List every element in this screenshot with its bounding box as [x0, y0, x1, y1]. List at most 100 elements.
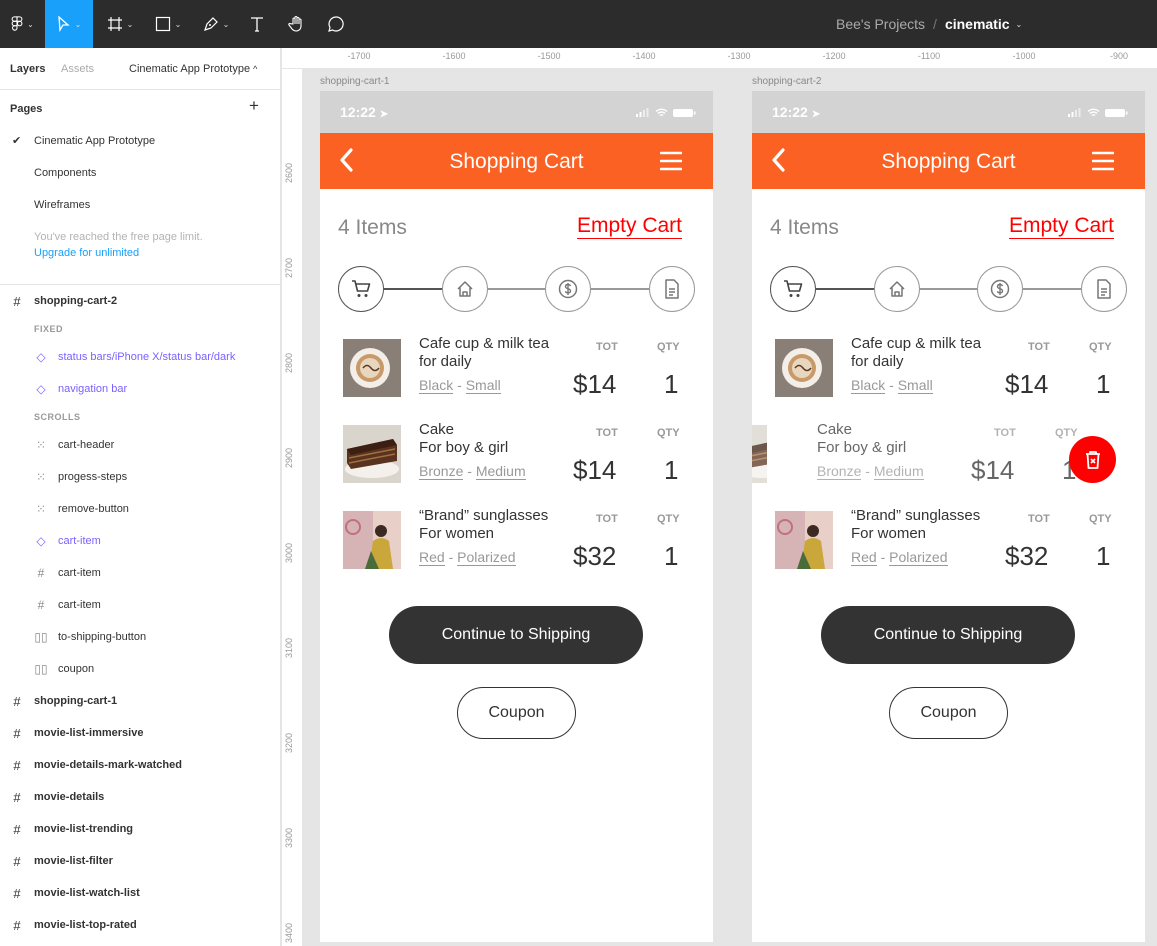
item-qty[interactable]: 1 [664, 369, 678, 400]
step-cart[interactable] [338, 266, 384, 312]
frame-label-shopping-cart-2[interactable]: shopping-cart-2 [752, 76, 821, 87]
layer-cart-header[interactable]: ⁙ cart-header [0, 429, 280, 461]
variant-size[interactable]: Polarized [889, 549, 948, 566]
layer-to-shipping-button[interactable]: ▯▯ to-shipping-button [0, 621, 280, 653]
variant-color[interactable]: Bronze [817, 463, 862, 480]
phone-frame-shopping-cart-1: 12:22 ➤ Shopping Cart 4 Items Empty Cart… [320, 91, 713, 942]
variant-size[interactable]: Medium [873, 463, 924, 480]
layer-remove-button[interactable]: ⁙ remove-button [0, 493, 280, 525]
hand-tool-button[interactable] [284, 0, 310, 48]
ruler-label: -1700 [347, 51, 371, 61]
step-review[interactable] [1081, 266, 1127, 312]
product-name-line2: For boy & girl [817, 439, 907, 456]
shape-tool-button[interactable]: ⌄ [148, 0, 188, 48]
trash-icon [1085, 450, 1100, 469]
variant-color[interactable]: Black [419, 377, 454, 394]
layer-label: cart-item [58, 567, 101, 579]
item-qty[interactable]: 1 [1096, 541, 1110, 572]
scrolls-group-label: SCROLLS [34, 412, 81, 422]
remove-button[interactable] [1069, 436, 1116, 483]
variant-color[interactable]: Black [851, 377, 886, 394]
empty-cart-link[interactable]: Empty Cart [1008, 214, 1114, 239]
variant-color[interactable]: Bronze [419, 463, 464, 480]
product-image [752, 425, 767, 483]
upgrade-link[interactable]: Upgrade for unlimited [34, 247, 139, 259]
empty-cart-link[interactable]: Empty Cart [576, 214, 682, 239]
cart-item[interactable]: Cafe cup & milk tea for daily Black - Smal… [752, 335, 1145, 419]
variant-size[interactable]: Small [465, 377, 501, 394]
comment-tool-button[interactable] [323, 0, 349, 48]
step-payment[interactable] [545, 266, 591, 312]
layer-shopping-cart-2[interactable]: # shopping-cart-2 [0, 285, 280, 317]
current-page-selector[interactable]: Cinematic App Prototype ^ [129, 63, 257, 75]
hamburger-menu-icon[interactable] [1092, 151, 1114, 171]
layer-coupon[interactable]: ▯▯ coupon [0, 653, 280, 685]
tab-layers[interactable]: Layers [10, 63, 45, 75]
variant-color[interactable]: Red [851, 549, 877, 566]
coupon-button[interactable]: Coupon [889, 687, 1008, 739]
frame-icon: # [13, 757, 21, 773]
layer-cart-item-1[interactable]: ◇ cart-item [0, 525, 280, 557]
breadcrumb-separator: / [933, 16, 937, 32]
step-shipping[interactable] [442, 266, 488, 312]
qty-label: QTY [1089, 341, 1112, 353]
tot-label: TOT [596, 513, 618, 525]
layer-shopping-cart-1[interactable]: # shopping-cart-1 [0, 685, 280, 717]
variant-separator: - [457, 377, 462, 393]
tab-assets[interactable]: Assets [61, 63, 94, 75]
layer-movie-list-immersive[interactable]: # movie-list-immersive [0, 717, 280, 749]
item-qty[interactable]: 1 [664, 541, 678, 572]
layer-movie-details[interactable]: # movie-details [0, 781, 280, 813]
layer-cart-item-3[interactable]: # cart-item [0, 589, 280, 621]
item-qty[interactable]: 1 [1096, 369, 1110, 400]
product-name: Cafe cup & milk tea for daily [419, 335, 549, 371]
file-name[interactable]: cinematic [945, 16, 1010, 32]
progress-line-active [384, 288, 444, 290]
layer-status-bar[interactable]: ◇ status bars/iPhone X/status bar/dark [0, 341, 280, 373]
layer-movie-list-top-rated[interactable]: # movie-list-top-rated [0, 909, 280, 941]
step-cart[interactable] [770, 266, 816, 312]
layer-movie-list-watch-list[interactable]: # movie-list-watch-list [0, 877, 280, 909]
text-tool-button[interactable] [244, 0, 270, 48]
page-item-components[interactable]: Components [34, 167, 96, 179]
layer-navigation-bar[interactable]: ◇ navigation bar [0, 373, 280, 405]
pen-tool-button[interactable]: ⌄ [196, 0, 236, 48]
phone-frame-shopping-cart-2: 12:22 ➤ Shopping Cart 4 Items Empty Cart… [752, 91, 1145, 942]
layer-cart-item-2[interactable]: # cart-item [0, 557, 280, 589]
file-breadcrumb[interactable]: Bee's Projects / cinematic ⌄ [836, 0, 1022, 48]
variant-size[interactable]: Polarized [457, 549, 516, 566]
cart-item[interactable]: Cafe cup & milk tea for daily Black - Smal… [320, 335, 713, 419]
project-name[interactable]: Bee's Projects [836, 16, 925, 32]
coupon-button[interactable]: Coupon [457, 687, 576, 739]
variant-size[interactable]: Medium [475, 463, 526, 480]
frame-tool-button[interactable]: ⌄ [100, 0, 140, 48]
frame-label-shopping-cart-1[interactable]: shopping-cart-1 [320, 76, 389, 87]
page-item-cinematic[interactable]: Cinematic App Prototype [34, 135, 155, 147]
ruler-horizontal: -1700 -1600 -1500 -1400 -1300 -1200 -110… [282, 48, 1157, 69]
variant-color[interactable]: Red [419, 549, 445, 566]
step-shipping[interactable] [874, 266, 920, 312]
move-tool-button[interactable]: ⌄ [45, 0, 93, 48]
qty-label: QTY [657, 513, 680, 525]
cart-item[interactable]: “Brand” sunglasses For women Red - Polariz… [320, 507, 713, 591]
layer-movie-list-trending[interactable]: # movie-list-trending [0, 813, 280, 845]
continue-to-shipping-button[interactable]: Continue to Shipping [821, 606, 1075, 664]
add-page-icon[interactable]: + [249, 96, 259, 116]
main-menu-button[interactable]: ⌄ [0, 0, 45, 48]
step-payment[interactable] [977, 266, 1023, 312]
layer-movie-details-mark-watched[interactable]: # movie-details-mark-watched [0, 749, 280, 781]
layer-label: movie-details [34, 791, 105, 803]
step-review[interactable] [649, 266, 695, 312]
layer-progress-steps[interactable]: ⁙ progess-steps [0, 461, 280, 493]
layer-movie-list-filter[interactable]: # movie-list-filter [0, 845, 280, 877]
tot-label: TOT [1028, 341, 1050, 353]
product-name-line1: “Brand” sunglasses [851, 507, 981, 524]
continue-to-shipping-button[interactable]: Continue to Shipping [389, 606, 643, 664]
page-item-wireframes[interactable]: Wireframes [34, 199, 90, 211]
product-name-line1: Cafe cup & milk tea [419, 335, 550, 352]
variant-size[interactable]: Small [897, 377, 933, 394]
cart-item[interactable]: Cake For boy & girl Bronze - Medium TOT QTY $… [320, 421, 713, 505]
cart-item[interactable]: “Brand” sunglasses For women Red - Polariz… [752, 507, 1145, 591]
item-qty[interactable]: 1 [664, 455, 678, 486]
hamburger-menu-icon[interactable] [660, 151, 682, 171]
